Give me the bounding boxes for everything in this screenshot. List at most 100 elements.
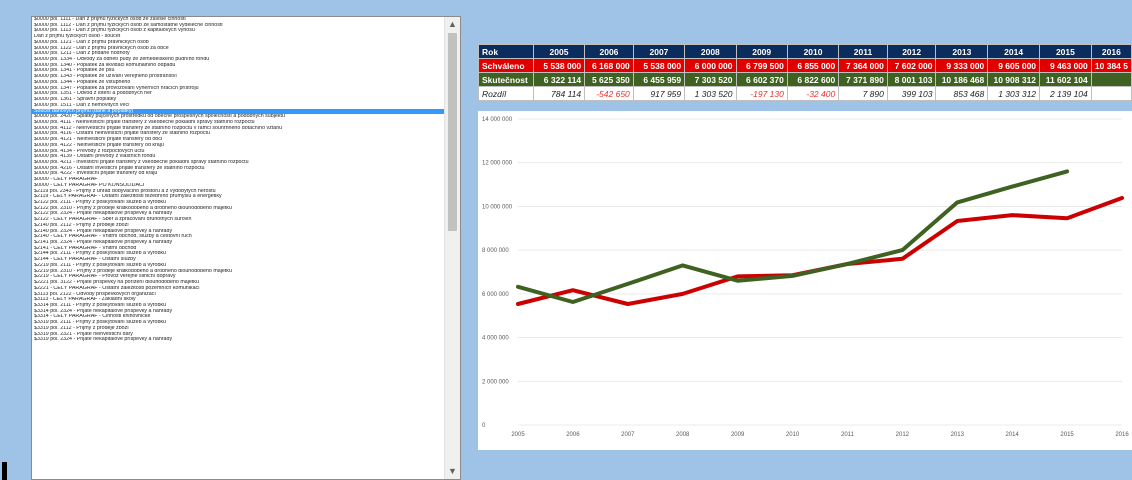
data-point — [956, 220, 958, 222]
table-cell: 917 959 — [632, 86, 686, 101]
table-cell: 853 468 — [935, 86, 989, 101]
table-cell: 9 605 000 — [987, 58, 1041, 73]
table-cell: 1 303 312 — [987, 86, 1041, 101]
year-header: 2005 — [532, 44, 586, 59]
x-tick-label: 2009 — [731, 432, 745, 438]
y-tick-label: 12 000 000 — [482, 161, 513, 167]
x-tick-label: 2013 — [951, 432, 965, 438]
x-tick-label: 2015 — [1060, 432, 1074, 438]
budget-table: Rok 2005 2006 2007 2008 2009 2010 2011 2012 2013… — [478, 44, 1132, 101]
x-tick-label: 2010 — [786, 432, 800, 438]
x-tick-label: 2007 — [621, 432, 635, 438]
table-cell: 10 384 5 — [1090, 58, 1132, 73]
year-header: 2016 — [1090, 44, 1132, 59]
data-point — [627, 303, 629, 305]
table-header-row: Rok 2005 2006 2007 2008 2009 2010 2011 2012 2013… — [478, 44, 1132, 59]
table-cell: 7 303 520 — [684, 72, 737, 87]
table-cell: -197 130 — [735, 86, 788, 101]
y-tick-label: 10 000 000 — [482, 204, 513, 210]
x-tick-label: 2014 — [1006, 432, 1020, 438]
scroll-thumb[interactable] — [448, 33, 457, 231]
year-header: 2010 — [786, 44, 840, 59]
x-tick-label: 2006 — [566, 432, 580, 438]
table-cell: 9 463 000 — [1039, 58, 1092, 73]
data-point — [572, 301, 574, 303]
data-point — [1121, 197, 1123, 199]
x-tick-label: 2005 — [511, 432, 525, 438]
data-point — [901, 258, 903, 260]
data-point — [627, 283, 629, 285]
header-year-label: Rok — [478, 44, 534, 59]
data-point — [737, 275, 739, 277]
table-cell: 7 364 000 — [838, 58, 888, 73]
line-chart: 0 2 000 000 4 000 000 6 000 000 8 000 000 10 … — [482, 117, 1129, 438]
table-cell — [1090, 86, 1132, 101]
y-tick-label: 0 — [482, 423, 486, 429]
table-cell: 6 000 000 — [684, 58, 737, 73]
table-cell: 784 114 — [532, 86, 586, 101]
scroll-down-icon[interactable]: ▼ — [445, 464, 460, 479]
table-cell: 10 186 468 — [935, 72, 989, 87]
table-cell: 6 455 959 — [632, 72, 686, 87]
row-label: Skutečnost — [478, 72, 534, 87]
table-cell: 7 602 000 — [886, 58, 937, 73]
table-cell: 9 333 000 — [935, 58, 989, 73]
table-cell: 6 602 370 — [735, 72, 788, 87]
year-header: 2012 — [886, 44, 937, 59]
row-label: Rozdíl — [478, 86, 534, 101]
y-tick-label: 14 000 000 — [482, 117, 513, 123]
data-point — [572, 289, 574, 291]
x-tick-label: 2012 — [896, 432, 910, 438]
data-point — [846, 263, 849, 265]
scroll-up-icon[interactable]: ▲ — [445, 17, 460, 32]
data-point — [1066, 170, 1068, 173]
table-cell: 6 822 600 — [786, 72, 840, 87]
data-point — [517, 303, 519, 305]
table-cell: 2 139 104 — [1039, 86, 1092, 101]
table-cell: 5 538 000 — [632, 58, 686, 73]
table-cell: 7 371 890 — [838, 72, 888, 87]
table-cell: 6 855 000 — [786, 58, 840, 73]
list-scrollbar[interactable]: ▲ ▼ — [444, 17, 460, 479]
series-line-1 — [516, 169, 1070, 304]
data-point — [737, 280, 739, 282]
list-items: $0000 pol. 1111 - Daň z příjmů fyzických… — [32, 17, 445, 343]
table-cell — [1090, 72, 1132, 87]
year-header: 2007 — [632, 44, 686, 59]
y-tick-label: 4 000 000 — [482, 336, 509, 342]
data-point — [1066, 217, 1068, 219]
table-cell: -542 650 — [584, 86, 634, 101]
table-cell: 6 168 000 — [584, 58, 634, 73]
actual-row: Skutečnost 6 322 114 5 625 350 6 455 959 7 3… — [478, 72, 1132, 87]
table-cell: 6 799 500 — [735, 58, 788, 73]
approved-row: Schváleno 5 538 000 6 168 000 5 538 000 6 00… — [478, 58, 1132, 73]
data-point — [901, 249, 903, 251]
table-cell: 6 322 114 — [532, 72, 586, 87]
data-point — [682, 293, 684, 295]
year-header: 2009 — [735, 44, 788, 59]
y-tick-label: 6 000 000 — [482, 292, 509, 298]
list-item[interactable]: $3319 pol. 2324 - Přijaté nekapitálové p… — [32, 337, 445, 343]
x-tick-label: 2008 — [676, 432, 690, 438]
year-header: 2015 — [1039, 44, 1092, 59]
table-cell: -32 400 — [786, 86, 840, 101]
data-point — [1011, 214, 1013, 216]
table-cell: 399 103 — [886, 86, 937, 101]
table-cell: 8 001 103 — [886, 72, 937, 87]
chart-panel: 0 2 000 000 4 000 000 6 000 000 8 000 000 10 … — [478, 111, 1132, 450]
table-cell: 11 602 104 — [1039, 72, 1092, 87]
table-cell: 5 625 350 — [584, 72, 634, 87]
year-header: 2013 — [935, 44, 989, 59]
year-header: 2014 — [987, 44, 1041, 59]
table-cell: 1 303 520 — [684, 86, 737, 101]
series-line-0 — [516, 196, 1124, 306]
account-listbox[interactable]: $0000 pol. 1111 - Daň z příjmů fyzických… — [31, 16, 461, 480]
x-tick-label: 2016 — [1115, 432, 1129, 438]
x-tick-label: 2011 — [841, 432, 855, 438]
year-header: 2008 — [684, 44, 737, 59]
data-point — [791, 275, 794, 277]
table-cell: 7 890 — [838, 86, 888, 101]
row-label: Schváleno — [478, 58, 534, 73]
y-tick-label: 8 000 000 — [482, 248, 509, 254]
table-cell: 5 538 000 — [532, 58, 586, 73]
